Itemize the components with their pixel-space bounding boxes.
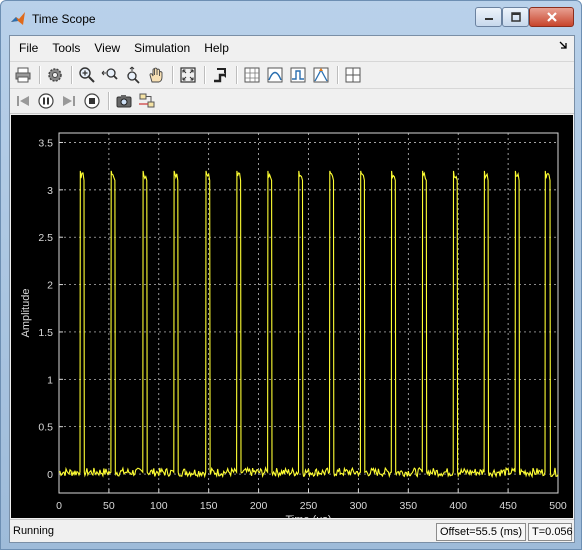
simulink-model-button[interactable] (136, 90, 158, 112)
x-tick-label: 0 (56, 500, 62, 512)
snapshot-button[interactable] (113, 90, 135, 112)
y-tick-label: 1 (47, 374, 53, 386)
bilevel-measurements-icon (290, 67, 306, 82)
toolbar-separator (204, 65, 205, 84)
stop-button[interactable] (81, 90, 103, 112)
close-button[interactable] (529, 7, 574, 27)
toolbar-separator (71, 65, 72, 84)
layout-icon (345, 67, 361, 82)
toolbar-separator (337, 65, 338, 84)
toolbar-separator (236, 65, 237, 84)
menu-view[interactable]: View (87, 36, 127, 60)
window-title: Time Scope (32, 12, 96, 26)
y-tick-label: 0.5 (38, 422, 53, 434)
y-tick-label: 3.5 (38, 137, 53, 149)
menu-simulation[interactable]: Simulation (127, 36, 197, 60)
highlight-simulink-icon (214, 67, 226, 82)
toolbar-main (10, 61, 574, 87)
simulink-model-icon (139, 93, 155, 108)
x-tick-label: 100 (150, 500, 168, 512)
x-tick-label: 50 (103, 500, 115, 512)
x-tick-label: 150 (200, 500, 218, 512)
peak-finder-button[interactable] (310, 64, 332, 86)
signal-statistics-button[interactable] (264, 64, 286, 86)
step-forward-icon (63, 96, 75, 106)
layout-button[interactable] (342, 64, 364, 86)
time-scope-plot[interactable]: 0 50 100 150 200 250 300 350 400 450 500 0 0.5 1 1.5 2 2… (11, 115, 573, 518)
zoom-y-icon (127, 66, 140, 84)
x-axis-label: Time (us) (285, 514, 331, 518)
cursor-measurements-button[interactable] (241, 64, 263, 86)
step-back-button[interactable] (12, 90, 34, 112)
peak-finder-icon (313, 67, 329, 82)
zoom-in-button[interactable] (76, 64, 98, 86)
x-tick-label: 450 (499, 500, 517, 512)
y-axis-label: Amplitude (20, 289, 32, 338)
status-text: Running (13, 525, 54, 537)
menu-file[interactable]: File (12, 36, 45, 60)
x-tick-label: 200 (250, 500, 268, 512)
y-tick-label: 2.5 (38, 232, 53, 244)
minimize-icon (484, 18, 493, 20)
highlight-simulink-button[interactable] (209, 64, 231, 86)
scale-axes-icon (180, 66, 196, 83)
stop-icon (84, 93, 100, 109)
menu-help[interactable]: Help (197, 36, 236, 60)
time-offset-readout: Offset=55.5 (ms) (436, 523, 526, 541)
y-tick-label: 1.5 (38, 327, 53, 339)
status-bar: Running Offset=55.5 (ms) T=0.056 (10, 519, 574, 542)
maximize-icon (510, 12, 521, 22)
menu-bar: File Tools View Simulation Help (10, 36, 574, 60)
zoom-x-button[interactable] (99, 64, 121, 86)
maximize-button[interactable] (502, 7, 529, 27)
scale-axes-button[interactable] (177, 64, 199, 86)
step-back-icon (17, 96, 29, 106)
y-tick-label: 2 (47, 280, 53, 292)
pause-icon (38, 93, 54, 109)
zoom-y-button[interactable] (122, 64, 144, 86)
toolbar-separator (39, 65, 40, 84)
zoom-in-icon (79, 66, 95, 83)
x-tick-label: 350 (400, 500, 418, 512)
minimize-button[interactable] (475, 7, 502, 27)
simulation-time-readout: T=0.056 (528, 523, 573, 541)
x-tick-label: 400 (449, 500, 467, 512)
toolbar-separator (108, 92, 109, 110)
x-tick-label: 250 (300, 500, 318, 512)
pause-button[interactable] (35, 90, 57, 112)
close-icon (546, 12, 557, 22)
zoom-x-icon (101, 67, 118, 80)
x-tick-label: 300 (350, 500, 368, 512)
settings-button[interactable] (44, 64, 66, 86)
client-area: File Tools View Simulation Help 0 50 100… (9, 35, 575, 543)
signal-statistics-icon (267, 67, 283, 82)
cursor-measurements-icon (244, 67, 260, 82)
time-scope-window: Time Scope File Tools View Simulation He… (0, 0, 582, 550)
snapshot-icon (116, 95, 132, 108)
y-tick-label: 3 (47, 185, 53, 197)
settings-icon (48, 67, 62, 82)
toolbar-simulation (10, 88, 574, 114)
dock-arrow-icon[interactable] (558, 40, 568, 50)
pan-button[interactable] (145, 64, 167, 86)
scope-display[interactable]: 0 50 100 150 200 250 300 350 400 450 500 0 0.5 1 1.5 2 2… (11, 115, 573, 518)
x-tick-label: 500 (549, 500, 567, 512)
toolbar-separator (172, 65, 173, 84)
y-tick-label: 0 (47, 469, 53, 481)
bilevel-measurements-button[interactable] (287, 64, 309, 86)
print-button[interactable] (12, 64, 34, 86)
title-bar[interactable]: Time Scope (1, 1, 581, 35)
step-forward-button[interactable] (58, 90, 80, 112)
menu-tools[interactable]: Tools (45, 36, 87, 60)
pan-hand-icon (149, 67, 163, 82)
matlab-logo-icon (11, 12, 25, 25)
print-icon (15, 67, 31, 82)
